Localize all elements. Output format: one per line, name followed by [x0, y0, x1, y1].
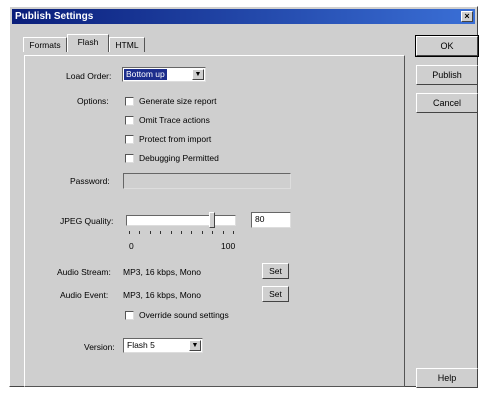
protect-from-import-label: Protect from import — [139, 134, 212, 144]
jpeg-quality-min-label: 0 — [129, 241, 134, 251]
tab-formats[interactable]: Formats — [23, 37, 67, 52]
version-value: Flash 5 — [127, 340, 155, 350]
window-title: Publish Settings — [15, 11, 94, 22]
slider-tick — [181, 231, 182, 234]
version-select[interactable]: Flash 5 ▼ — [123, 338, 203, 353]
override-sound-checkbox[interactable] — [125, 311, 134, 320]
audio-event-label: Audio Event: — [60, 290, 109, 300]
publish-button[interactable]: Publish — [416, 65, 478, 85]
slider-tick — [129, 231, 130, 234]
slider-tick — [170, 231, 172, 234]
slider-tick — [191, 231, 193, 234]
protect-from-import-checkbox[interactable] — [125, 135, 134, 144]
chevron-down-icon[interactable]: ▼ — [189, 340, 201, 351]
audio-event-set-button[interactable]: Set — [262, 286, 289, 302]
jpeg-quality-label: JPEG Quality: — [60, 216, 114, 226]
override-sound-label: Override sound settings — [139, 310, 229, 320]
slider-tick — [160, 231, 162, 234]
load-order-label: Load Order: — [66, 71, 112, 81]
generate-size-report-label: Generate size report — [139, 96, 217, 106]
audio-stream-label: Audio Stream: — [57, 267, 111, 277]
slider-tick — [139, 231, 141, 234]
tab-flash-label: Flash — [77, 37, 99, 47]
jpeg-quality-max-label: 100 — [221, 241, 236, 251]
options-label: Options: — [77, 96, 109, 106]
audio-stream-set-button[interactable]: Set — [262, 263, 289, 279]
tab-flash[interactable]: Flash — [67, 34, 109, 52]
cancel-button[interactable]: Cancel — [416, 93, 478, 113]
help-button[interactable]: Help — [416, 368, 478, 388]
load-order-select[interactable]: Bottom up ▼ — [122, 67, 206, 82]
debugging-permitted-label: Debugging Permitted — [139, 153, 219, 163]
generate-size-report-checkbox[interactable] — [125, 97, 134, 106]
publish-settings-dialog: Publish Settings × Formats Flash HTML OK… — [9, 6, 479, 388]
slider-tick — [212, 231, 214, 234]
slider-tick — [149, 231, 151, 234]
audio-event-value: MP3, 16 kbps, Mono — [123, 290, 201, 300]
jpeg-quality-slider-thumb[interactable] — [209, 212, 216, 228]
tab-formats-label: Formats — [29, 40, 61, 50]
password-label: Password: — [70, 176, 110, 186]
omit-trace-actions-checkbox[interactable] — [125, 116, 134, 125]
title-bar[interactable]: Publish Settings × — [12, 9, 475, 24]
tab-html[interactable]: HTML — [109, 37, 145, 52]
load-order-value: Bottom up — [124, 69, 167, 80]
debugging-permitted-checkbox[interactable] — [125, 154, 134, 163]
close-icon: × — [464, 11, 470, 21]
version-label: Version: — [84, 342, 115, 352]
slider-tick — [233, 231, 234, 234]
omit-trace-actions-label: Omit Trace actions — [139, 115, 210, 125]
jpeg-quality-slider-track[interactable] — [126, 215, 236, 226]
jpeg-quality-input[interactable]: 80 — [251, 212, 291, 228]
slider-tick — [201, 231, 203, 234]
ok-button[interactable]: OK — [415, 35, 479, 57]
chevron-down-icon[interactable]: ▼ — [192, 69, 204, 80]
close-button[interactable]: × — [461, 11, 473, 22]
audio-stream-value: MP3, 16 kbps, Mono — [123, 267, 201, 277]
tab-html-label: HTML — [115, 40, 139, 50]
password-field[interactable] — [123, 173, 291, 189]
slider-tick — [222, 231, 224, 234]
